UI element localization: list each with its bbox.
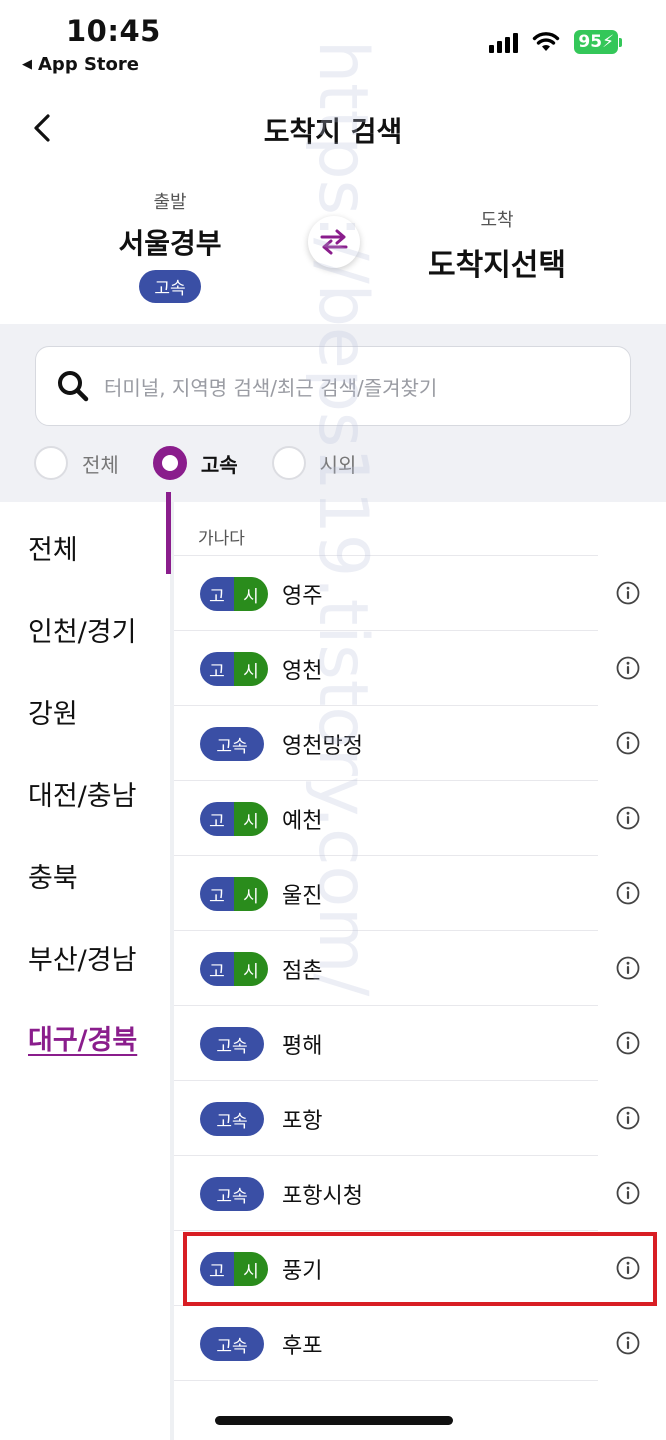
list-item[interactable]: 고 시 예천 — [174, 781, 666, 856]
search-placeholder: 터미널, 지역명 검색/최근 검색/즐겨찾기 — [104, 375, 438, 400]
filter-all-label: 전체 — [82, 452, 119, 477]
departure-name: 서울경부 — [118, 227, 222, 260]
back-to-app-link[interactable]: ◀ App Store — [22, 54, 139, 75]
list-item[interactable]: 고속 포항시청 — [174, 1156, 666, 1231]
list-item[interactable]: 고 시 영주 — [174, 556, 666, 631]
search-input[interactable]: 터미널, 지역명 검색/최근 검색/즐겨찾기 — [35, 346, 631, 426]
active-region-indicator — [166, 492, 171, 574]
back-triangle-icon: ◀ — [22, 57, 32, 72]
section-header: 가나다 — [198, 529, 245, 549]
express-badge: 고속 — [200, 1027, 264, 1061]
info-icon[interactable] — [616, 1331, 640, 1355]
highlight-box — [183, 1232, 657, 1306]
list-item[interactable]: 고속 평해 — [174, 1006, 666, 1081]
list-item[interactable]: 고속 포항 — [174, 1081, 666, 1156]
nav-header: 도착지 검색 — [0, 92, 666, 168]
terminal-name: 영천 — [282, 659, 323, 684]
list-item[interactable]: 고 시 울진 — [174, 856, 666, 931]
terminal-name: 점촌 — [282, 959, 323, 984]
battery-icon: 95⚡ — [574, 30, 622, 54]
list-item[interactable]: 고속 영천망정 — [174, 706, 666, 781]
info-icon[interactable] — [616, 956, 640, 980]
express-intercity-badge: 고시 — [200, 952, 268, 986]
express-badge-part: 고 — [200, 577, 234, 611]
filter-all[interactable]: 전체 — [34, 446, 119, 480]
region-sidebar: 전체인천/경기강원대전/충남충북부산/경남대구/경북 — [0, 502, 170, 1440]
battery-level: 95 — [578, 32, 603, 52]
info-icon[interactable] — [616, 881, 640, 905]
info-icon[interactable] — [616, 1181, 640, 1205]
express-badge: 고속 — [200, 1327, 264, 1361]
filter-express-label: 고속 — [200, 452, 238, 477]
intercity-badge-part: 시 — [234, 577, 268, 611]
info-icon[interactable] — [616, 1031, 640, 1055]
arrival-terminal[interactable]: 도착 도착지선택 — [405, 206, 589, 284]
departure-label: 출발 — [153, 192, 187, 213]
express-badge: 고속 — [200, 727, 264, 761]
express-intercity-badge: 고시 — [200, 802, 268, 836]
terminal-name: 포항시청 — [282, 1184, 363, 1209]
arrival-label: 도착 — [480, 210, 514, 231]
list-item[interactable]: 고 시 점촌 — [174, 931, 666, 1006]
sidebar-item-region[interactable]: 인천/경기 — [28, 610, 136, 649]
express-badge-part: 고 — [200, 652, 234, 686]
intercity-badge-part: 시 — [234, 652, 268, 686]
swap-button[interactable] — [308, 216, 360, 268]
express-badge: 고속 — [200, 1177, 264, 1211]
sidebar-item-region[interactable]: 충북 — [28, 856, 78, 895]
filter-intercity-label: 시외 — [319, 452, 357, 477]
swap-arrows-icon — [320, 229, 348, 255]
terminal-name: 포항 — [282, 1109, 323, 1134]
back-app-label: App Store — [38, 54, 139, 75]
radio-off-icon — [34, 446, 68, 480]
list-item[interactable]: 고속 후포 — [174, 1306, 666, 1381]
express-badge-part: 고 — [200, 952, 234, 986]
express-intercity-badge: 고시 — [200, 877, 268, 911]
terminal-name: 예천 — [282, 809, 323, 834]
sidebar-item-region[interactable]: 전체 — [28, 528, 78, 567]
radio-off-icon — [271, 446, 306, 480]
info-icon[interactable] — [616, 806, 640, 830]
search-area: 터미널, 지역명 검색/최근 검색/즐겨찾기 전체 고속 시외 — [0, 324, 666, 502]
express-badge-part: 고 — [200, 877, 234, 911]
terminal-name: 영천망정 — [282, 734, 363, 759]
express-intercity-badge: 고시 — [200, 652, 268, 686]
express-badge-part: 고 — [200, 802, 234, 836]
departure-badge: 고속 — [139, 270, 201, 303]
status-indicators: 95⚡ — [489, 30, 622, 54]
express-intercity-badge: 고시 — [200, 577, 268, 611]
intercity-badge-part: 시 — [234, 802, 268, 836]
radio-on-icon — [152, 446, 187, 480]
filter-express[interactable]: 고속 — [152, 446, 238, 480]
status-time: 10:45 — [66, 14, 161, 48]
sidebar-item-region[interactable]: 대구/경북 — [28, 1018, 137, 1057]
home-indicator — [215, 1416, 453, 1425]
page-title: 도착지 검색 — [263, 115, 403, 148]
terminal-name: 영주 — [282, 584, 323, 609]
cellular-signal-icon — [489, 31, 519, 53]
terminal-name: 후포 — [282, 1334, 323, 1359]
info-icon[interactable] — [616, 656, 640, 680]
info-icon[interactable] — [616, 581, 640, 605]
info-icon[interactable] — [616, 1106, 640, 1130]
terminal-name: 평해 — [282, 1034, 323, 1059]
list-item[interactable]: 고 시 영천 — [174, 631, 666, 706]
info-icon[interactable] — [616, 731, 640, 755]
status-bar: 10:45 ◀ App Store 95⚡ — [0, 0, 666, 84]
sidebar-item-region[interactable]: 부산/경남 — [28, 938, 136, 977]
departure-terminal[interactable]: 출발 서울경부 고속 — [100, 188, 240, 303]
route-selector: 출발 서울경부 고속 도착 도착지선택 — [0, 172, 666, 322]
filter-intercity[interactable]: 시외 — [271, 446, 357, 480]
divider — [174, 1380, 598, 1381]
terminal-name: 울진 — [282, 884, 323, 909]
search-icon — [58, 371, 89, 402]
terminal-type-filter: 전체 고속 시외 — [34, 446, 390, 480]
intercity-badge-part: 시 — [234, 877, 268, 911]
intercity-badge-part: 시 — [234, 952, 268, 986]
arrival-name: 도착지선택 — [428, 248, 566, 283]
wifi-icon — [533, 32, 560, 51]
sidebar-item-region[interactable]: 대전/충남 — [28, 774, 136, 813]
sidebar-item-region[interactable]: 강원 — [28, 692, 78, 731]
express-badge: 고속 — [200, 1102, 264, 1136]
